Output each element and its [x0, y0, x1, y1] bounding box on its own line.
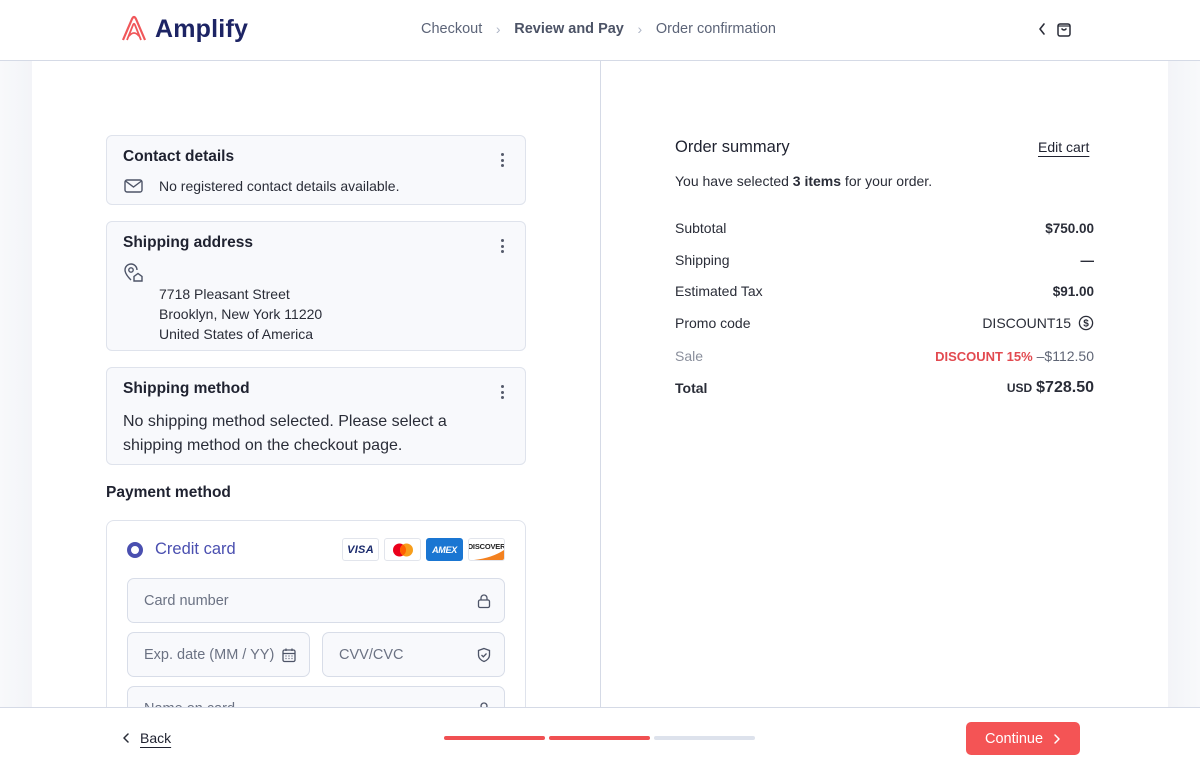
shipping-address-more-menu-icon[interactable]	[501, 239, 505, 253]
payment-method-title: Payment method	[106, 484, 231, 501]
address-line-2: Brooklyn, New York 11220	[159, 306, 323, 322]
edit-cart-link[interactable]: Edit cart	[1038, 139, 1089, 155]
chevron-right-icon	[1054, 733, 1060, 744]
shipping-method-more-menu-icon[interactable]	[501, 385, 505, 399]
chevron-left-icon[interactable]	[1036, 21, 1048, 37]
selected-suffix: for your order.	[841, 173, 933, 189]
brand-name: Amplify	[155, 14, 249, 43]
sale-row: Sale DISCOUNT 15% –$112.50	[675, 346, 1094, 366]
total-value-group: USD $728.50	[1007, 379, 1094, 397]
svg-text:$: $	[1083, 319, 1089, 330]
continue-button[interactable]: Continue	[966, 722, 1080, 755]
page-gutter-left	[0, 61, 32, 707]
lock-icon	[477, 594, 491, 609]
promo-label: Promo code	[675, 315, 751, 331]
credit-card-label[interactable]: Credit card	[155, 540, 236, 559]
selected-items-text: You have selected 3 items for your order…	[675, 173, 932, 189]
header-actions	[1036, 20, 1072, 38]
tax-label: Estimated Tax	[675, 283, 763, 299]
cvv-input[interactable]: CVV/CVC	[322, 632, 505, 677]
order-summary-title: Order summary	[675, 138, 790, 156]
chevron-right-icon: ›	[637, 21, 643, 37]
header: Amplify Checkout › Review and Pay › Orde…	[0, 0, 1200, 61]
promo-row: Promo code DISCOUNT15 $	[675, 313, 1094, 333]
back-button[interactable]: Back	[122, 730, 171, 746]
shopping-bag-icon[interactable]	[1056, 20, 1072, 38]
continue-label: Continue	[984, 730, 1044, 747]
total-currency: USD	[1006, 381, 1033, 395]
shipping-method-text: No shipping method selected. Please sele…	[123, 410, 447, 458]
tax-value: $91.00	[1052, 283, 1094, 299]
column-divider	[600, 61, 601, 707]
back-label: Back	[140, 730, 172, 746]
progress-step-1	[444, 736, 545, 740]
breadcrumb-review-and-pay[interactable]: Review and Pay	[514, 21, 624, 37]
contact-details-title: Contact details	[123, 148, 235, 165]
breadcrumb-checkout[interactable]: Checkout	[421, 21, 482, 37]
cvv-placeholder: CVV/CVC	[339, 646, 404, 663]
shipping-address-card: Shipping address 7718 Pleasant Street Br…	[106, 221, 526, 351]
total-label: Total	[675, 380, 708, 396]
chevron-left-icon	[123, 733, 129, 743]
footer: Back Continue	[0, 707, 1200, 768]
shipping-address-lines: 7718 Pleasant Street Brooklyn, New York …	[159, 284, 322, 344]
shipping-value: —	[1080, 252, 1095, 268]
contact-details-text: No registered contact details available.	[159, 178, 400, 194]
subtotal-value: $750.00	[1045, 220, 1094, 236]
card-number-input[interactable]: Card number	[127, 578, 505, 623]
mastercard-logo-icon	[384, 538, 421, 561]
sale-amount: –$112.50	[1036, 348, 1094, 364]
address-line-1: 7718 Pleasant Street	[159, 286, 290, 302]
amplify-logo-icon	[121, 15, 147, 41]
subtotal-label: Subtotal	[675, 220, 727, 236]
exp-date-placeholder: Exp. date (MM / YY)	[144, 646, 275, 663]
contact-details-card: Contact details No registered contact de…	[106, 135, 526, 205]
progress-step-2	[549, 736, 650, 740]
breadcrumb-order-confirmation[interactable]: Order confirmation	[656, 21, 776, 37]
shipping-method-text-line-2: shipping method on the checkout page.	[123, 437, 403, 454]
promo-value-group: DISCOUNT15 $	[982, 315, 1094, 331]
dollar-coin-icon[interactable]: $	[1078, 315, 1094, 331]
amex-logo-icon: AMEX	[426, 538, 463, 561]
chevron-right-icon: ›	[495, 21, 501, 37]
discover-logo-icon: DISCOVER	[468, 538, 505, 561]
exp-date-input[interactable]: Exp. date (MM / YY)	[127, 632, 310, 677]
shield-check-icon	[477, 647, 491, 663]
payment-method-card: Credit card VISA AMEX DISCOVER Card numb…	[106, 520, 526, 731]
shipping-label: Shipping	[675, 252, 730, 268]
address-line-3: United States of America	[159, 326, 314, 342]
total-amount: $728.50	[1036, 379, 1094, 396]
sale-label: Sale	[675, 348, 704, 364]
card-number-placeholder: Card number	[144, 592, 229, 609]
contact-more-menu-icon[interactable]	[501, 153, 505, 167]
discount-badge: DISCOUNT 15%	[935, 349, 1033, 364]
shipping-address-title: Shipping address	[123, 234, 254, 251]
logo[interactable]: Amplify	[119, 14, 248, 44]
breadcrumb: Checkout › Review and Pay › Order confir…	[421, 21, 776, 37]
subtotal-row: Subtotal $750.00	[675, 218, 1094, 238]
shipping-row: Shipping —	[675, 250, 1094, 270]
location-home-icon	[124, 263, 143, 282]
step-progress	[444, 736, 755, 740]
calendar-icon	[282, 648, 296, 663]
promo-code-value: DISCOUNT15	[982, 315, 1071, 331]
mail-icon	[124, 179, 143, 193]
shipping-method-card: Shipping method No shipping method selec…	[106, 367, 526, 465]
total-row: Total USD $728.50	[675, 378, 1094, 398]
selected-count: 3 items	[792, 173, 842, 189]
visa-logo-icon: VISA	[342, 538, 379, 561]
shipping-method-text-line-1: No shipping method selected. Please sele…	[123, 413, 447, 430]
sale-value-group: DISCOUNT 15% –$112.50	[935, 348, 1094, 364]
page-gutter-right	[1168, 61, 1200, 707]
tax-row: Estimated Tax $91.00	[675, 281, 1094, 301]
selected-prefix: You have selected	[675, 173, 793, 189]
progress-step-3	[654, 736, 755, 740]
card-brands: VISA AMEX DISCOVER	[342, 538, 505, 561]
shipping-method-title: Shipping method	[123, 380, 250, 397]
credit-card-radio[interactable]	[127, 542, 143, 558]
